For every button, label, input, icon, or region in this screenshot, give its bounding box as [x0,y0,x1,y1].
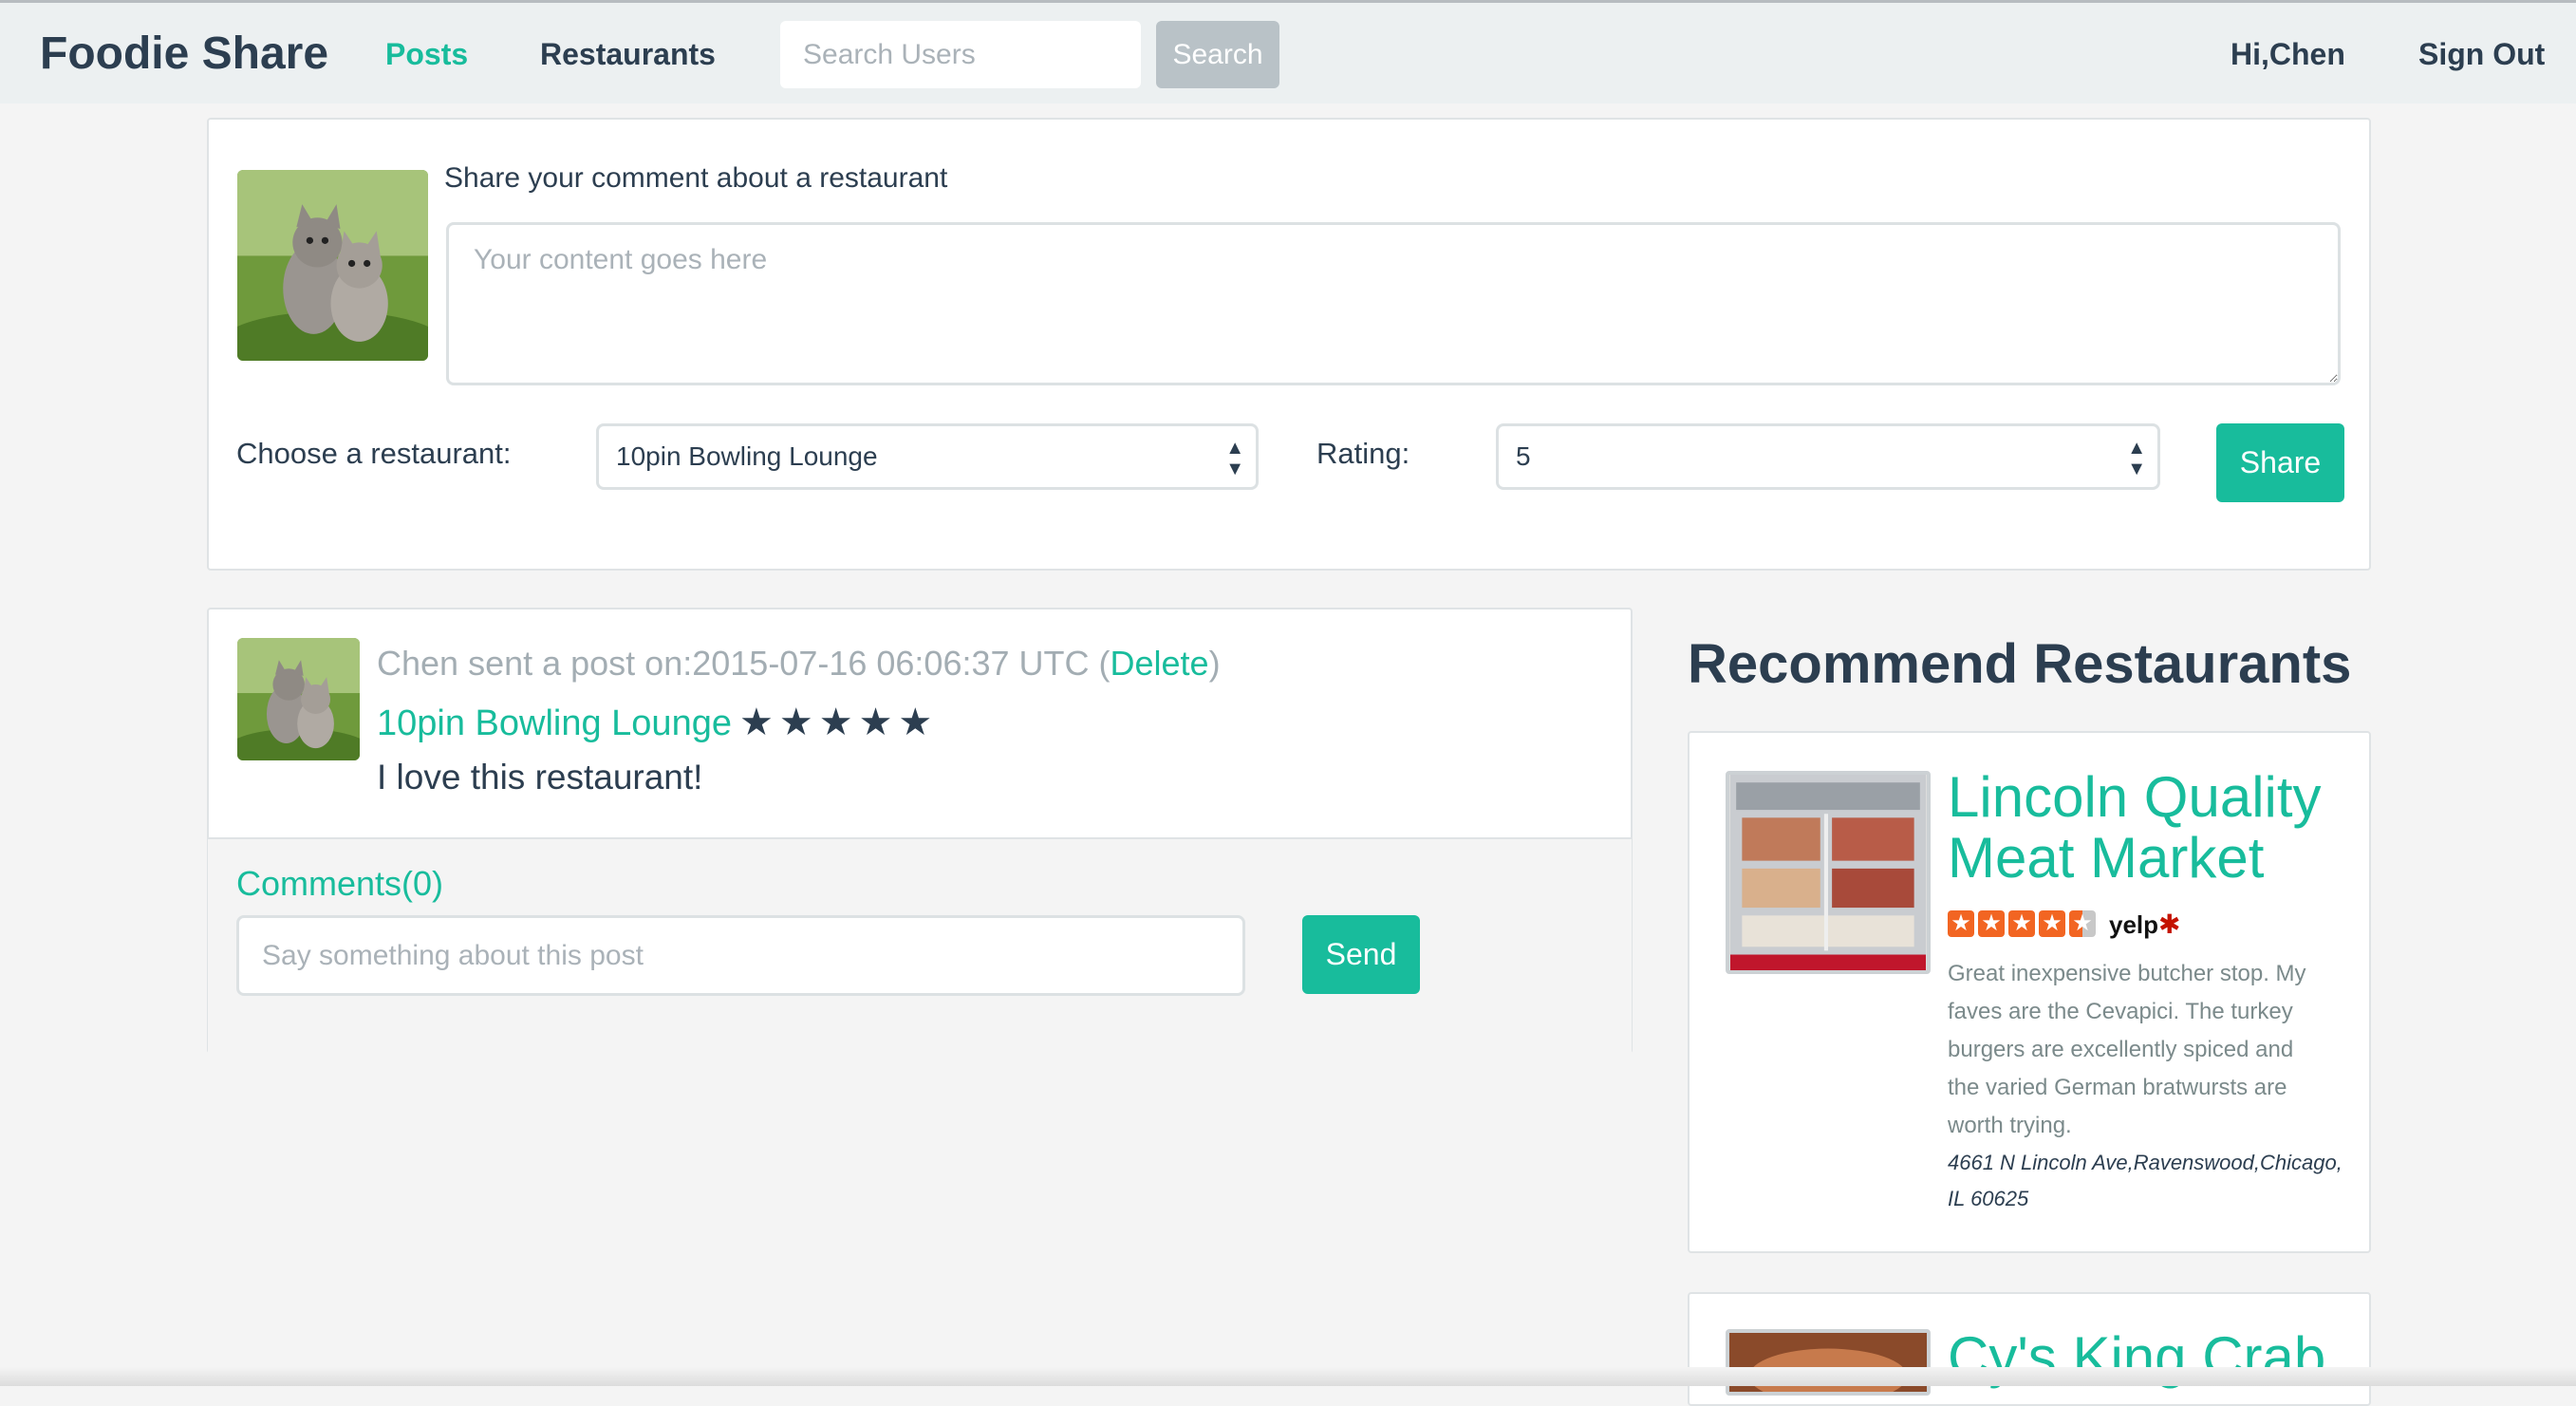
restaurant-description: Great inexpensive butcher stop. My faves… [1948,961,2306,1138]
rating-star-icon: ★ [2039,910,2065,937]
share-button[interactable]: Share [2216,423,2344,502]
user-greeting[interactable]: Hi,Chen [2231,37,2345,72]
post-meta-suffix: ) [1208,644,1221,683]
kitten-photo-icon [237,170,428,361]
post-content-textarea[interactable] [446,222,2341,385]
post-restaurant-link[interactable]: 10pin Bowling Lounge [377,703,732,743]
navbar: Foodie Share Posts Restaurants Search Hi… [0,0,2576,103]
post-meta: Chen sent a post on:2015-07-16 06:06:37 … [377,644,1221,684]
nav-restaurants[interactable]: Restaurants [540,37,716,72]
select-arrows-icon: ▲ ▼ [1225,438,1244,479]
post-content: I love this restaurant! [377,758,703,797]
post-author-avatar [237,638,360,760]
comments-toggle[interactable]: Comments(0) [236,864,443,904]
kitten-photo-icon [237,638,360,760]
restaurant-select-value: 10pin Bowling Lounge [616,441,878,471]
sign-out-link[interactable]: Sign Out [2418,37,2545,72]
recommend-heading: Recommend Restaurants [1688,633,2352,695]
restaurant-label: Choose a restaurant: [236,437,512,470]
nav-posts[interactable]: Posts [385,37,468,72]
window-bottom-edge [0,1367,2576,1386]
restaurant-address: 4661 N Lincoln Ave,Ravenswood,Chicago, I… [1948,1151,2343,1210]
rating-half-star-icon: ★ [2069,910,2096,937]
compose-label: Share your comment about a restaurant [444,162,948,194]
post-rating-stars: ★★★★★ [738,702,939,743]
rating-label: Rating: [1316,437,1410,470]
yelp-logo: yelp✱ [2109,909,2181,940]
user-avatar [237,170,428,361]
rating-star-icon: ★ [2008,910,2035,937]
rating-select[interactable]: 5 ▲ ▼ [1496,423,2160,490]
send-comment-button[interactable]: Send [1302,915,1420,994]
post-meta-text: Chen sent a post on:2015-07-16 06:06:37 … [377,644,1111,683]
search-button[interactable]: Search [1156,21,1279,88]
yelp-rating: ★ ★ ★ ★ ★ yelp✱ [1948,909,2181,939]
select-arrows-icon: ▲ ▼ [2127,438,2146,479]
rating-star-icon: ★ [1948,910,1974,937]
yelp-logo-text: yelp [2109,909,2159,939]
yelp-burst-icon: ✱ [2158,909,2181,939]
brand-logo[interactable]: Foodie Share [40,28,328,80]
delete-post-link[interactable]: Delete [1111,644,1209,683]
comment-input[interactable] [236,915,1245,996]
restaurant-thumbnail[interactable] [1726,771,1931,974]
rating-star-icon: ★ [1978,910,2005,937]
post-restaurant-line: 10pin Bowling Lounge ★★★★★ [377,701,938,744]
search-users-input[interactable] [780,21,1141,88]
restaurant-select[interactable]: 10pin Bowling Lounge ▲ ▼ [596,423,1259,490]
meat-display-photo-icon [1730,775,1926,970]
rating-select-value: 5 [1516,441,1531,471]
restaurant-name-link[interactable]: Lincoln Quality Meat Market [1948,767,2356,889]
